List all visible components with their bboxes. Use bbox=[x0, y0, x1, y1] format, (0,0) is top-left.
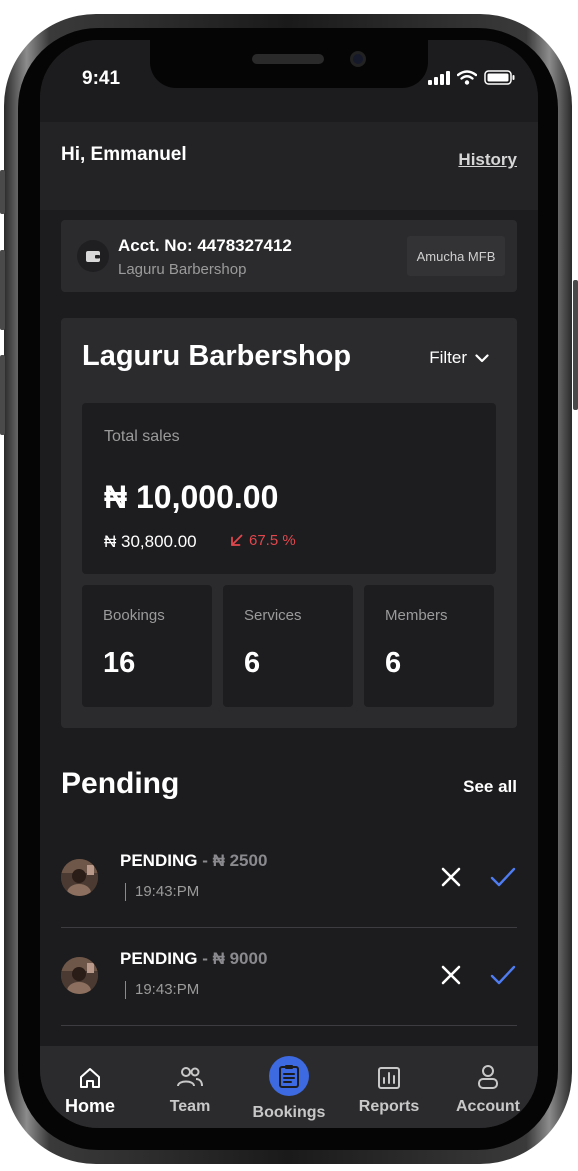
total-sales-amount: ₦ 10,000.00 bbox=[104, 479, 279, 515]
tab-bookings[interactable]: Bookings bbox=[239, 1046, 339, 1128]
avatar bbox=[61, 957, 98, 994]
total-sales-box: Total sales ₦ 10,000.00 ₦ 30,800.00 67.5… bbox=[82, 403, 496, 574]
status-time: 9:41 bbox=[82, 68, 121, 89]
header: Hi, Emmanuel History bbox=[40, 122, 538, 210]
status-icons bbox=[428, 70, 516, 85]
stat-value: 6 bbox=[385, 647, 402, 679]
stat-label: Services bbox=[244, 607, 302, 624]
history-link[interactable]: History bbox=[458, 150, 517, 170]
account-number: Acct. No: 4478327412 bbox=[118, 236, 292, 255]
total-sales-label: Total sales bbox=[104, 428, 180, 445]
power-button bbox=[573, 280, 578, 410]
bookings-icon-bubble bbox=[269, 1056, 309, 1096]
business-title: Laguru Barbershop bbox=[82, 340, 352, 372]
tab-label: Team bbox=[169, 1098, 211, 1115]
chevron-down-icon bbox=[475, 353, 489, 362]
stat-label: Members bbox=[385, 607, 448, 624]
filter-dropdown[interactable]: Filter bbox=[429, 348, 489, 368]
tab-reports[interactable]: Reports bbox=[339, 1046, 439, 1128]
battery-icon bbox=[484, 70, 515, 85]
wifi-icon bbox=[457, 70, 477, 85]
team-icon bbox=[177, 1067, 203, 1087]
notch bbox=[150, 40, 428, 88]
stat-value: 6 bbox=[244, 647, 261, 679]
check-icon[interactable] bbox=[490, 865, 516, 889]
bottom-tab-bar: Home Team Bookings Reports Account bbox=[40, 1046, 538, 1128]
account-card: Acct. No: 4478327412 Laguru Barbershop A… bbox=[61, 220, 517, 292]
booking-time: 19:43:PM bbox=[125, 883, 199, 901]
sales-change: 67.5 % bbox=[230, 532, 296, 549]
avatar bbox=[61, 859, 98, 896]
stat-value: 16 bbox=[103, 647, 136, 679]
see-all-link[interactable]: See all bbox=[463, 777, 517, 797]
app-screen: 9:41 Hi, Emmanuel History Acct. No: 4478… bbox=[40, 40, 538, 1128]
volume-up-button bbox=[0, 250, 5, 330]
sales-change-percent: 67.5 % bbox=[249, 532, 296, 549]
home-icon bbox=[80, 1068, 100, 1088]
previous-sales-amount: ₦ 30,800.00 bbox=[104, 532, 197, 551]
clipboard-icon bbox=[279, 1065, 299, 1088]
tab-label: Home bbox=[64, 1096, 115, 1116]
check-icon[interactable] bbox=[490, 963, 516, 987]
stat-bookings[interactable]: Bookings 16 bbox=[82, 585, 212, 707]
booking-status: PENDING - ₦ 9000 bbox=[120, 949, 268, 968]
booking-time: 19:43:PM bbox=[125, 981, 199, 999]
greeting: Hi, Emmanuel bbox=[61, 144, 187, 165]
pending-row[interactable]: PENDING - ₦ 2500 19:43:PM bbox=[61, 830, 517, 928]
account-name: Laguru Barbershop bbox=[118, 261, 247, 278]
tab-label: Reports bbox=[358, 1098, 420, 1115]
pending-row[interactable]: PENDING - ₦ 9000 19:43:PM bbox=[61, 928, 517, 1026]
close-icon[interactable] bbox=[439, 963, 463, 987]
tab-account[interactable]: Account bbox=[438, 1046, 538, 1128]
chart-icon bbox=[378, 1067, 400, 1089]
tab-label: Bookings bbox=[252, 1104, 326, 1121]
booking-amount: ₦ 9000 bbox=[212, 949, 268, 968]
booking-status: PENDING - ₦ 2500 bbox=[120, 851, 268, 870]
bank-badge: Amucha MFB bbox=[407, 236, 505, 276]
tab-team[interactable]: Team bbox=[140, 1046, 240, 1128]
wallet-icon-wrap bbox=[77, 240, 109, 272]
mute-switch bbox=[0, 170, 5, 214]
stat-services[interactable]: Services 6 bbox=[223, 585, 353, 707]
booking-amount: ₦ 2500 bbox=[212, 851, 268, 870]
business-summary-card: Laguru Barbershop Filter Total sales ₦ 1… bbox=[61, 318, 517, 728]
status-text: PENDING bbox=[120, 851, 198, 870]
arrow-down-left-icon bbox=[231, 534, 243, 546]
user-icon bbox=[478, 1065, 498, 1089]
front-camera bbox=[350, 51, 366, 67]
tab-home[interactable]: Home bbox=[40, 1046, 140, 1128]
signal-icon bbox=[428, 70, 450, 85]
wallet-icon bbox=[86, 251, 100, 262]
stat-label: Bookings bbox=[103, 607, 165, 624]
stat-members[interactable]: Members 6 bbox=[364, 585, 494, 707]
close-icon[interactable] bbox=[439, 865, 463, 889]
pending-title: Pending bbox=[61, 767, 180, 800]
status-text: PENDING bbox=[120, 949, 198, 968]
filter-label: Filter bbox=[429, 348, 467, 367]
tab-label: Account bbox=[456, 1098, 520, 1115]
speaker bbox=[252, 54, 324, 64]
volume-down-button bbox=[0, 355, 5, 435]
